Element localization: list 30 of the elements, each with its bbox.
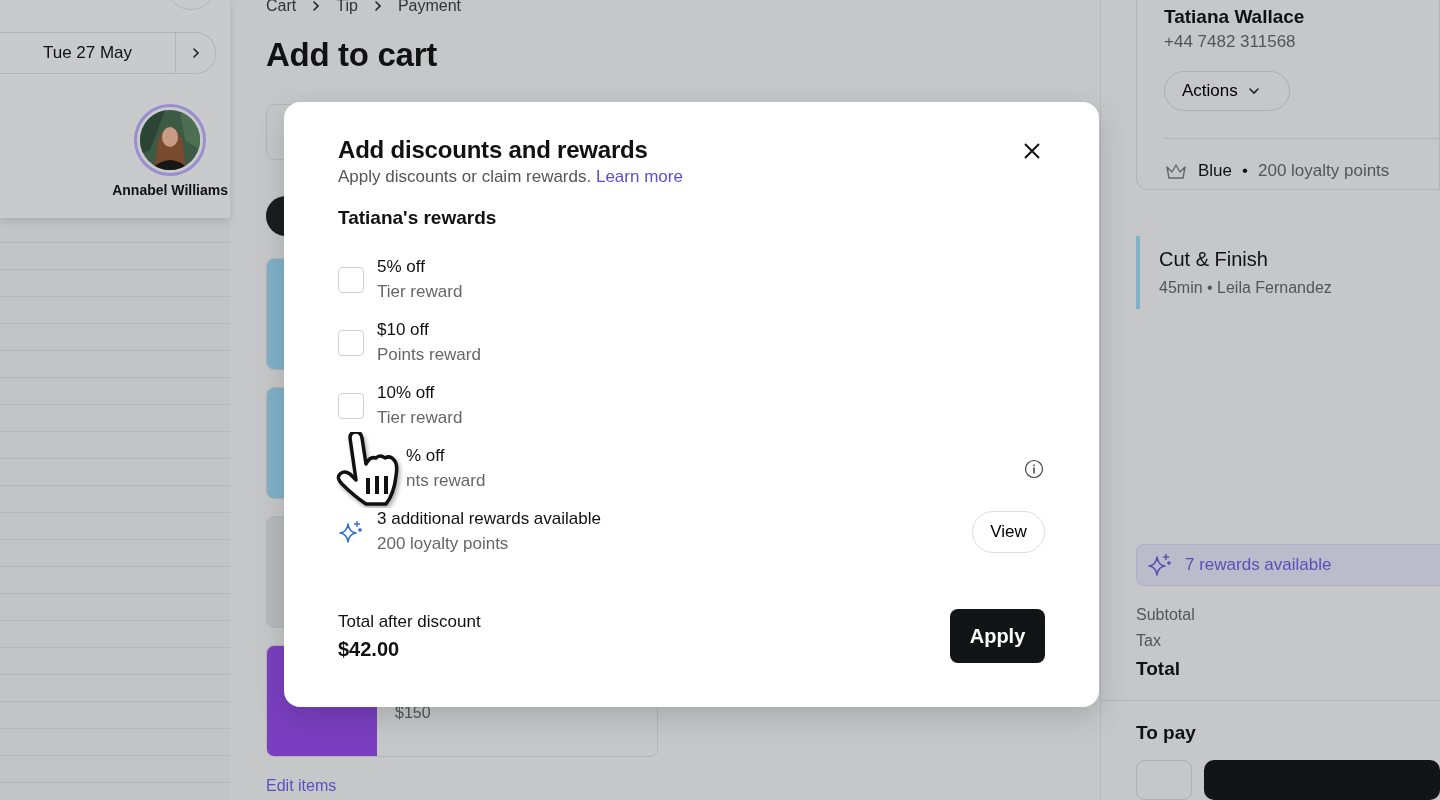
service-name: Cut & Finish bbox=[1159, 248, 1269, 272]
summary-label: Subtotal bbox=[1136, 606, 1196, 624]
to-pay-label: To pay bbox=[1136, 722, 1197, 744]
bullet: • bbox=[1242, 161, 1248, 181]
section-heading: Tatiana's rewards bbox=[338, 207, 498, 229]
reward-title: % off bbox=[406, 446, 446, 466]
tier-name: Blue bbox=[1198, 161, 1233, 181]
reward-type: Tier reward bbox=[377, 282, 463, 302]
service-detail: 45min • Leila Fernandez bbox=[1159, 279, 1333, 298]
loyalty-points: 200 loyalty points bbox=[1258, 161, 1390, 181]
dialog-subtitle: Apply discounts or claim rewards. Learn more bbox=[338, 167, 683, 187]
dialog-title: Add discounts and rewards bbox=[338, 136, 649, 164]
client-phone: +44 7482 311568 bbox=[1164, 32, 1297, 52]
reward-title: $10 off bbox=[377, 320, 430, 340]
reward-title: 10% off bbox=[377, 383, 436, 403]
client-name: Tatiana Wallace bbox=[1164, 6, 1306, 28]
reward-detail: 200 loyalty points bbox=[377, 534, 510, 554]
reward-title: 5% off bbox=[377, 257, 426, 277]
reward-title: 3 additional rewards available bbox=[377, 509, 602, 529]
staff-name: Annabel Williams bbox=[112, 182, 228, 198]
reward-type: nts reward bbox=[406, 471, 486, 491]
total-label: Total after discount bbox=[338, 611, 481, 631]
date-label: Tue 27 May bbox=[41, 42, 134, 64]
summary-label: Tax bbox=[1136, 632, 1162, 650]
total-amount: $42.00 bbox=[338, 637, 401, 661]
page-title: Add to cart bbox=[266, 36, 438, 74]
summary-label: Total bbox=[1136, 658, 1181, 680]
rewards-count: 7 rewards available bbox=[1185, 555, 1332, 576]
reward-type: Points reward bbox=[377, 345, 481, 365]
reward-type: Tier reward bbox=[377, 408, 463, 428]
